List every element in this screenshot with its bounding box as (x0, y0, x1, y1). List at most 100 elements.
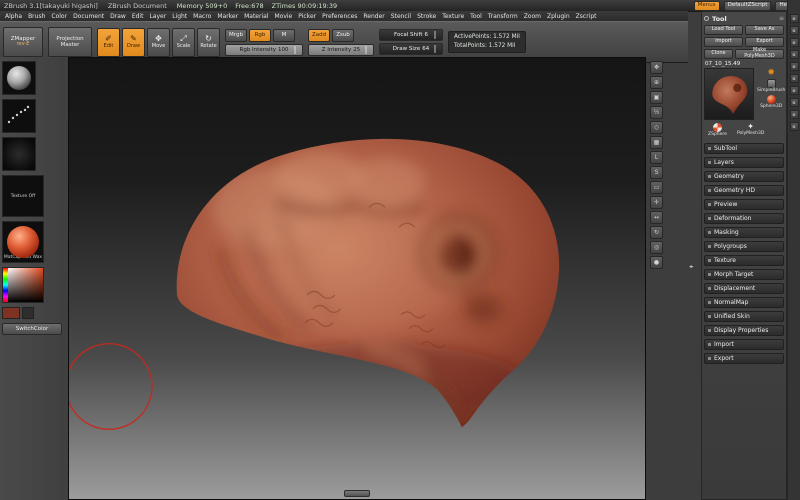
section-import[interactable]: Import (704, 338, 784, 350)
saturation-value-square[interactable] (8, 268, 43, 302)
local-transform-icon[interactable]: L (650, 151, 663, 164)
draw-size-slider[interactable]: Draw Size 64 (379, 43, 443, 55)
section-morph-target[interactable]: Morph Target (704, 268, 784, 280)
move-mode-button[interactable]: ✥ Move (147, 27, 170, 57)
tray-icon-4[interactable]: ▪ (789, 50, 799, 59)
tray-icon-9[interactable]: ▪ (789, 110, 799, 119)
section-unified-skin[interactable]: Unified Skin (704, 310, 784, 322)
current-stroke-thumbnail[interactable] (2, 99, 36, 133)
menu-draw[interactable]: Draw (107, 13, 129, 20)
menu-tool[interactable]: Tool (467, 13, 485, 20)
simplebrush-icon[interactable] (766, 79, 776, 88)
menu-transform[interactable]: Transform (485, 13, 521, 20)
xyz-icon[interactable]: ◎ (650, 241, 663, 254)
menu-document[interactable]: Document (70, 13, 107, 20)
main-color-swatch[interactable] (2, 307, 20, 319)
menu-macro[interactable]: Macro (190, 13, 214, 20)
actual-size-icon[interactable]: ▣ (650, 91, 663, 104)
marker-icon[interactable]: ● (650, 256, 663, 269)
current-material-thumbnail[interactable]: MatCap Red Wax (2, 221, 44, 263)
menu-zscript[interactable]: Zscript (573, 13, 600, 20)
section-geometry[interactable]: Geometry (704, 170, 784, 182)
mrgb-button[interactable]: Mrgb (225, 28, 247, 42)
frame-icon[interactable]: ▭ (650, 181, 663, 194)
scroll-icon[interactable]: ✥ (650, 61, 663, 74)
floor-grid-icon[interactable]: ▦ (650, 136, 663, 149)
tray-icon-3[interactable]: ▪ (789, 38, 799, 47)
scale-gyro-icon[interactable]: ↔ (650, 211, 663, 224)
menu-color[interactable]: Color (48, 13, 70, 20)
aa-half-icon[interactable]: ½ (650, 106, 663, 119)
canvas-scrollbar[interactable] (344, 490, 370, 497)
persp-icon[interactable]: ◇ (650, 121, 663, 134)
tray-icon-5[interactable]: ▪ (789, 62, 799, 71)
menu-picker[interactable]: Picker (295, 13, 319, 20)
menu-light[interactable]: Light (169, 13, 190, 20)
section-preview[interactable]: Preview (704, 198, 784, 210)
menu-preferences[interactable]: Preferences (319, 13, 360, 20)
section-deformation[interactable]: Deformation (704, 212, 784, 224)
zmapper-button[interactable]: ZMapper rev-E (3, 27, 43, 57)
focal-shift-slider[interactable]: Focal Shift 6 (379, 29, 443, 41)
menu-marker[interactable]: Marker (214, 13, 241, 20)
polymesh3d-tool[interactable]: ✦ PolyMesh3D (737, 123, 764, 138)
current-brush-thumbnail[interactable] (2, 61, 36, 95)
menu-movie[interactable]: Movie (271, 13, 295, 20)
section-geometry-hd[interactable]: Geometry HD (704, 184, 784, 196)
draw-mode-button[interactable]: ✎ Draw (122, 27, 145, 57)
current-alpha-thumbnail[interactable] (2, 137, 36, 171)
menu-texture[interactable]: Texture (439, 13, 467, 20)
section-layers[interactable]: Layers (704, 156, 784, 168)
menus-button[interactable]: Menus (693, 0, 720, 11)
rotate-mode-button[interactable]: ↻ Rotate (197, 27, 220, 57)
scale-mode-button[interactable]: ⤢ Scale (172, 27, 195, 57)
current-texture-thumbnail[interactable]: Texture Off (2, 175, 44, 217)
section-subtool[interactable]: SubTool (704, 142, 784, 154)
tool-clone[interactable]: Clone (704, 49, 733, 59)
tool-import[interactable]: Import (704, 37, 743, 47)
section-display-properties[interactable]: Display Properties (704, 324, 784, 336)
move-gyro-icon[interactable]: ✛ (650, 196, 663, 209)
section-displacement[interactable]: Displacement (704, 282, 784, 294)
switch-color-button[interactable]: SwitchColor (2, 323, 62, 335)
menu-stencil[interactable]: Stencil (388, 13, 414, 20)
tray-icon-6[interactable]: ▪ (789, 74, 799, 83)
section-normalmap[interactable]: NormalMap (704, 296, 784, 308)
m-button[interactable]: M (273, 28, 295, 42)
zsphere-tool[interactable]: ZSphere (708, 123, 727, 138)
menu-edit[interactable]: Edit (129, 13, 147, 20)
rgb-button[interactable]: Rgb (249, 28, 271, 42)
projection-master-button[interactable]: Projection Master (48, 27, 92, 57)
z-intensity-slider[interactable]: Z Intensity 25 (308, 43, 374, 56)
menu-brush[interactable]: Brush (25, 13, 48, 20)
zsub-button[interactable]: Zsub (332, 28, 354, 42)
document-canvas[interactable] (68, 57, 646, 500)
tray-icon-7[interactable]: ▪ (789, 86, 799, 95)
zadd-button[interactable]: Zadd (308, 28, 330, 42)
edit-mode-button[interactable]: ✐ Edit (97, 27, 120, 57)
rotate-gyro-icon[interactable]: ↻ (650, 226, 663, 239)
tray-divider-handle[interactable]: ◂▸ (689, 264, 693, 270)
tray-icon-8[interactable]: ▪ (789, 98, 799, 107)
tray-icon-2[interactable]: ▪ (789, 26, 799, 35)
menu-zplugin[interactable]: Zplugin (544, 13, 573, 20)
menu-stroke[interactable]: Stroke (414, 13, 439, 20)
sculpted-model[interactable] (69, 58, 645, 499)
palette-menu-icon[interactable]: ≡ (779, 15, 784, 22)
section-texture[interactable]: Texture (704, 254, 784, 266)
zoom-icon[interactable]: ⊕ (650, 76, 663, 89)
tool-make-polymesh3d[interactable]: Make PolyMesh3D (735, 47, 784, 59)
tray-icon-1[interactable]: ▪ (789, 14, 799, 23)
menu-layer[interactable]: Layer (146, 13, 169, 20)
secondary-color-swatch[interactable] (22, 307, 34, 319)
tray-icon-10[interactable]: ▪ (789, 122, 799, 131)
section-polygroups[interactable]: Polygroups (704, 240, 784, 252)
menu-render[interactable]: Render (360, 13, 387, 20)
sphere3d-icon[interactable] (766, 94, 776, 104)
menu-zoom[interactable]: Zoom (521, 13, 544, 20)
menu-material[interactable]: Material (241, 13, 271, 20)
tool-load-tool[interactable]: Load Tool (704, 25, 743, 35)
section-masking[interactable]: Masking (704, 226, 784, 238)
menu-alpha[interactable]: Alpha (2, 13, 25, 20)
active-tool-thumbnail[interactable] (704, 68, 754, 120)
